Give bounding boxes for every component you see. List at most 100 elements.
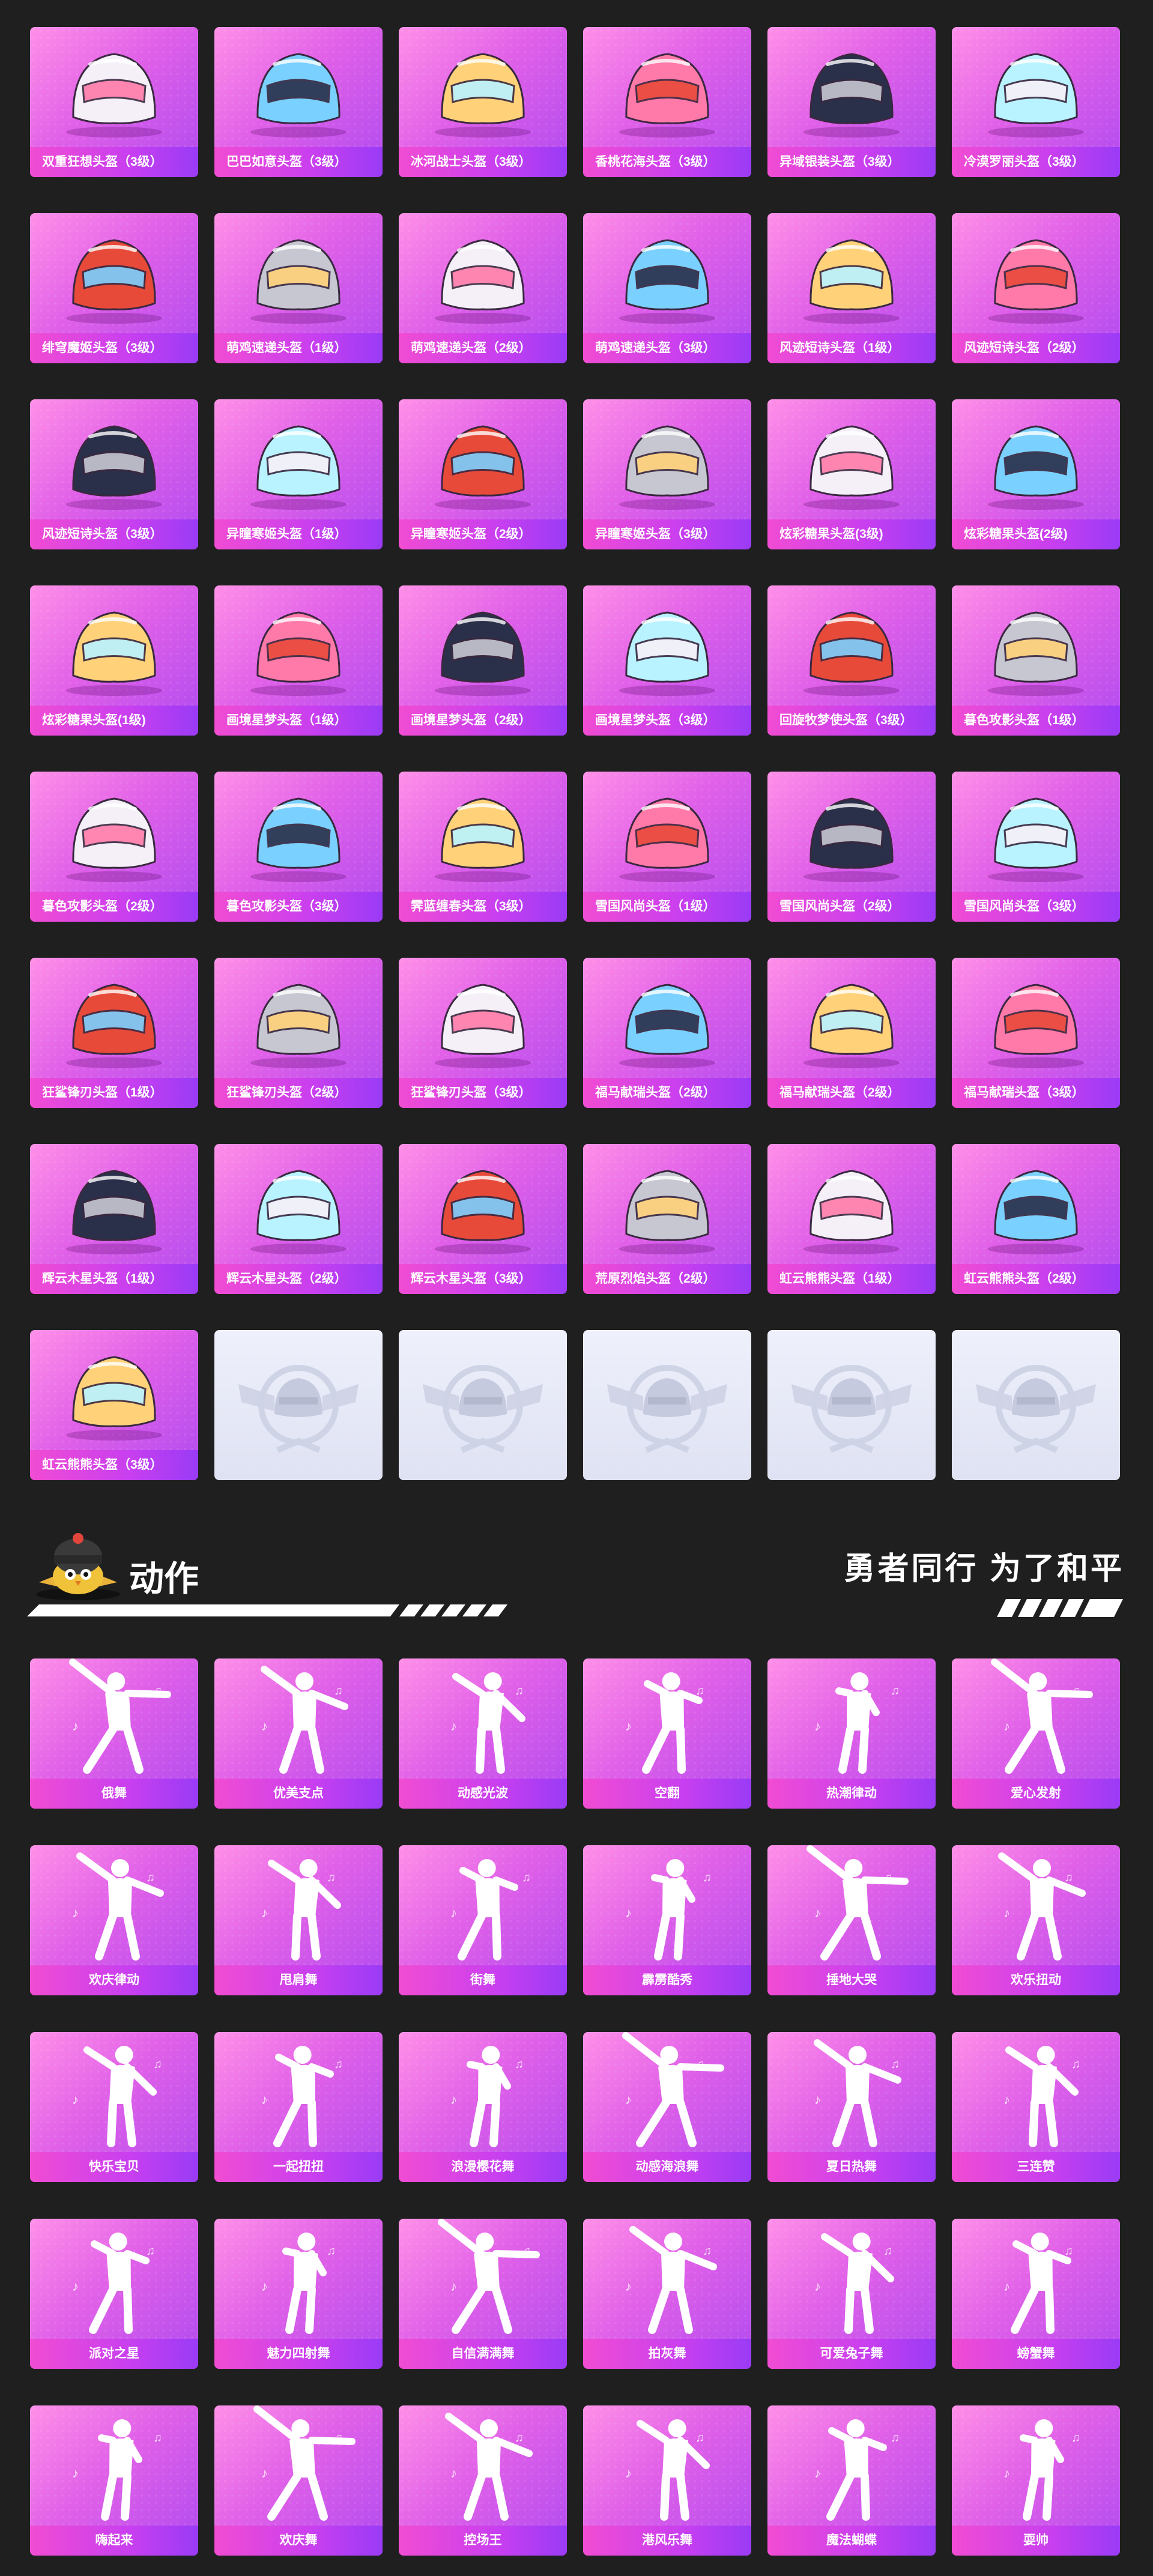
emote-card[interactable]: ♪ ♫ 捶地大哭 xyxy=(767,1845,936,1995)
helmet-card[interactable]: 异瞳寒姬头盔（3级） xyxy=(583,399,751,549)
helmet-card[interactable]: 狂鲨锋刃头盔（2级） xyxy=(214,958,383,1108)
emote-label: 霹雳酷秀 xyxy=(583,1965,751,1995)
emote-card[interactable]: ♪ ♫ 动感海浪舞 xyxy=(583,2032,751,2182)
helmet-card[interactable]: 回旋牧梦使头盔（3级） xyxy=(767,585,936,736)
helmet-card[interactable]: 风迹短诗头盔（2级） xyxy=(952,213,1120,363)
helmet-label: 辉云木星头盔（1级） xyxy=(30,1264,198,1294)
helmet-card[interactable]: 暮色攻影头盔（2级） xyxy=(30,772,198,922)
emote-card[interactable]: ♪ ♫ 耍帅 xyxy=(952,2405,1120,2556)
emote-card[interactable]: ♪ ♫ 快乐宝贝 xyxy=(30,2032,198,2182)
helmet-card[interactable]: 冰河战士头盔（3级） xyxy=(399,27,567,177)
helmet-card[interactable]: 狂鲨锋刃头盔（1级） xyxy=(30,958,198,1108)
svg-text:♪: ♪ xyxy=(72,2466,79,2481)
helmet-card[interactable]: 虹云熊熊头盔（2级） xyxy=(952,1144,1120,1294)
helmet-card[interactable]: 雪国风尚头盔（3级） xyxy=(952,772,1120,922)
helmet-card[interactable]: 暮色攻影头盔（1级） xyxy=(952,585,1120,736)
svg-text:♪: ♪ xyxy=(450,2092,457,2107)
emote-card[interactable]: ♪ ♫ 派对之星 xyxy=(30,2219,198,2369)
helmet-card[interactable]: 福马献瑞头盔（2级） xyxy=(767,958,936,1108)
locked-emblem-icon xyxy=(238,1365,359,1453)
emote-card[interactable]: ♪ ♫ 空翻 xyxy=(583,1658,751,1809)
emote-card[interactable]: ♪ ♫ 港风乐舞 xyxy=(583,2405,751,2556)
helmet-card[interactable]: 辉云木星头盔（2级） xyxy=(214,1144,383,1294)
emote-card[interactable]: ♪ ♫ 欢庆律动 xyxy=(30,1845,198,1995)
helmet-card[interactable]: 虹云熊熊头盔（1级） xyxy=(767,1144,936,1294)
helmet-card[interactable]: 辉云木星头盔（3级） xyxy=(399,1144,567,1294)
emote-card[interactable]: ♪ ♫ 控场王 xyxy=(399,2405,567,2556)
emote-card[interactable]: ♪ ♫ 爱心发射 xyxy=(952,1658,1120,1809)
emote-card[interactable]: ♪ ♫ 优美支点 xyxy=(214,1658,383,1809)
helmet-card[interactable]: 萌鸡速递头盔（3级） xyxy=(583,213,751,363)
dancer-silhouette-icon: ♪ ♫ xyxy=(261,2046,343,2147)
svg-text:♫: ♫ xyxy=(883,2245,892,2258)
emote-card[interactable]: ♪ ♫ 三连赞 xyxy=(952,2032,1120,2182)
emote-card[interactable]: ♪ ♫ 热潮律动 xyxy=(767,1658,936,1809)
helmet-card[interactable]: 异瞳寒姬头盔（1级） xyxy=(214,399,383,549)
emote-label: 耍帅 xyxy=(952,2526,1120,2556)
emote-card[interactable]: ♪ ♫ 可爱兔子舞 xyxy=(767,2219,936,2369)
dancer-silhouette-icon: ♪ ♫ xyxy=(69,1658,171,1774)
helmet-card[interactable]: 荒原烈焰头盔（2级） xyxy=(583,1144,751,1294)
locked-helmet-slot[interactable] xyxy=(583,1330,751,1480)
dancer-silhouette-icon: ♪ ♫ xyxy=(998,1852,1086,1961)
helmet-icon xyxy=(619,1170,715,1254)
helmet-card[interactable]: 巴巴如意头盔（3级） xyxy=(214,27,383,177)
emote-card[interactable]: ♪ ♫ 甩肩舞 xyxy=(214,1845,383,1995)
emote-card[interactable]: ♪ ♫ 俄舞 xyxy=(30,1658,198,1809)
emote-card[interactable]: ♪ ♫ 自信满满舞 xyxy=(399,2219,567,2369)
emote-card[interactable]: ♪ ♫ 霹雳酷秀 xyxy=(583,1845,751,1995)
svg-text:♪: ♪ xyxy=(814,2279,821,2294)
locked-helmet-slot[interactable] xyxy=(767,1330,936,1480)
helmet-card[interactable]: 炫彩糖果头盔(2级) xyxy=(952,399,1120,549)
helmet-card[interactable]: 炫彩糖果头盔(3级) xyxy=(767,399,936,549)
helmet-card[interactable]: 双重狂想头盔（3级） xyxy=(30,27,198,177)
helmet-card[interactable]: 风迹短诗头盔（1级） xyxy=(767,213,936,363)
helmet-icon xyxy=(66,425,162,510)
dancer-silhouette-icon: ♪ ♫ xyxy=(991,1658,1093,1774)
helmet-card[interactable]: 画境星梦头盔（2级） xyxy=(399,585,567,736)
emote-card[interactable]: ♪ ♫ 一起扭扭 xyxy=(214,2032,383,2182)
helmet-card[interactable]: 霁蓝缠春头盔（3级） xyxy=(399,772,567,922)
locked-helmet-slot[interactable] xyxy=(952,1330,1120,1480)
helmet-card[interactable]: 冷漠罗丽头盔（3级） xyxy=(952,27,1120,177)
helmet-card[interactable]: 辉云木星头盔（1级） xyxy=(30,1144,198,1294)
helmet-card[interactable]: 暮色攻影头盔（3级） xyxy=(214,772,383,922)
helmet-card[interactable]: 异域银装头盔（3级） xyxy=(767,27,936,177)
svg-text:♪: ♪ xyxy=(625,2466,632,2481)
emote-card[interactable]: ♪ ♫ 魅力四射舞 xyxy=(214,2219,383,2369)
helmet-card[interactable]: 香桃花海头盔（3级） xyxy=(583,27,751,177)
svg-text:♫: ♫ xyxy=(1071,1684,1080,1698)
helmet-card[interactable]: 虹云熊熊头盔（3级） xyxy=(30,1330,198,1480)
helmet-card[interactable]: 雪国风尚头盔（2级） xyxy=(767,772,936,922)
helmet-card[interactable]: 福马献瑞头盔（2级） xyxy=(583,958,751,1108)
emote-card[interactable]: ♪ ♫ 街舞 xyxy=(399,1845,567,1995)
emote-card[interactable]: ♪ ♫ 欢庆舞 xyxy=(214,2405,383,2556)
emote-card[interactable]: ♪ ♫ 夏日热舞 xyxy=(767,2032,936,2182)
helmet-card[interactable]: 萌鸡速递头盔（2级） xyxy=(399,213,567,363)
emote-card[interactable]: ♪ ♫ 嗨起来 xyxy=(30,2405,198,2556)
emote-card[interactable]: ♪ ♫ 魔法蝴蝶 xyxy=(767,2405,936,2556)
locked-helmet-slot[interactable] xyxy=(214,1330,383,1480)
helmet-card[interactable]: 风迹短诗头盔（3级） xyxy=(30,399,198,549)
emote-card[interactable]: ♪ ♫ 螃蟹舞 xyxy=(952,2219,1120,2369)
dancer-silhouette-icon: ♪ ♫ xyxy=(814,2039,901,2147)
emote-card[interactable]: ♪ ♫ 欢乐扭动 xyxy=(952,1845,1120,1995)
helmet-card[interactable]: 异瞳寒姬头盔（2级） xyxy=(399,399,567,549)
dancer-silhouette-icon: ♪ ♫ xyxy=(814,2233,894,2334)
helmet-icon xyxy=(988,425,1084,510)
dancer-silhouette-icon: ♪ ♫ xyxy=(450,2046,524,2147)
emote-card[interactable]: ♪ ♫ 拍灰舞 xyxy=(583,2219,751,2369)
emote-card[interactable]: ♪ ♫ 浪漫樱花舞 xyxy=(399,2032,567,2182)
helmet-card[interactable]: 画境星梦头盔（1级） xyxy=(214,585,383,736)
helmet-card[interactable]: 画境星梦头盔（3级） xyxy=(583,585,751,736)
helmet-card[interactable]: 炫彩糖果头盔(1级) xyxy=(30,585,198,736)
helmet-card[interactable]: 萌鸡速递头盔（1级） xyxy=(214,213,383,363)
svg-text:♫: ♫ xyxy=(695,2058,704,2071)
helmet-card[interactable]: 绯穹魔姬头盔（3级） xyxy=(30,213,198,363)
helmet-card[interactable]: 雪国风尚头盔（1级） xyxy=(583,772,751,922)
locked-helmet-slot[interactable] xyxy=(399,1330,567,1480)
helmet-icon xyxy=(988,53,1084,138)
helmet-card[interactable]: 福马献瑞头盔（3级） xyxy=(952,958,1120,1108)
emote-card[interactable]: ♪ ♫ 动感光波 xyxy=(399,1658,567,1809)
helmet-card[interactable]: 狂鲨锋刃头盔（3级） xyxy=(399,958,567,1108)
